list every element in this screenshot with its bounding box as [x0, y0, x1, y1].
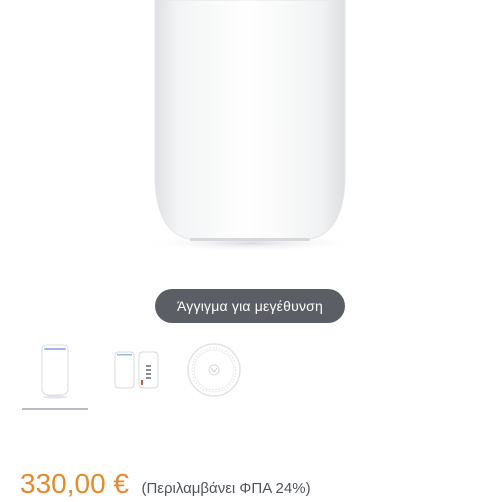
- product-main-image[interactable]: [0, 0, 500, 285]
- product-price: 330,00 €: [20, 468, 129, 499]
- zoom-hint-badge[interactable]: Άγγιγμα για μεγέθυνση: [155, 289, 345, 323]
- price-row: 330,00 € (Περιλαμβάνει ΦΠΑ 24%): [20, 468, 311, 502]
- thumb-side-views[interactable]: [110, 340, 176, 406]
- device-front-icon: [41, 344, 69, 399]
- vat-note: (Περιλαμβάνει ΦΠΑ 24%): [141, 480, 311, 497]
- thumbnail-strip: [22, 340, 262, 412]
- thumb-top-view[interactable]: [184, 340, 250, 406]
- thumb-front-view[interactable]: [22, 340, 88, 410]
- device-top-icon: [187, 343, 241, 397]
- device-side-icon: [114, 351, 159, 389]
